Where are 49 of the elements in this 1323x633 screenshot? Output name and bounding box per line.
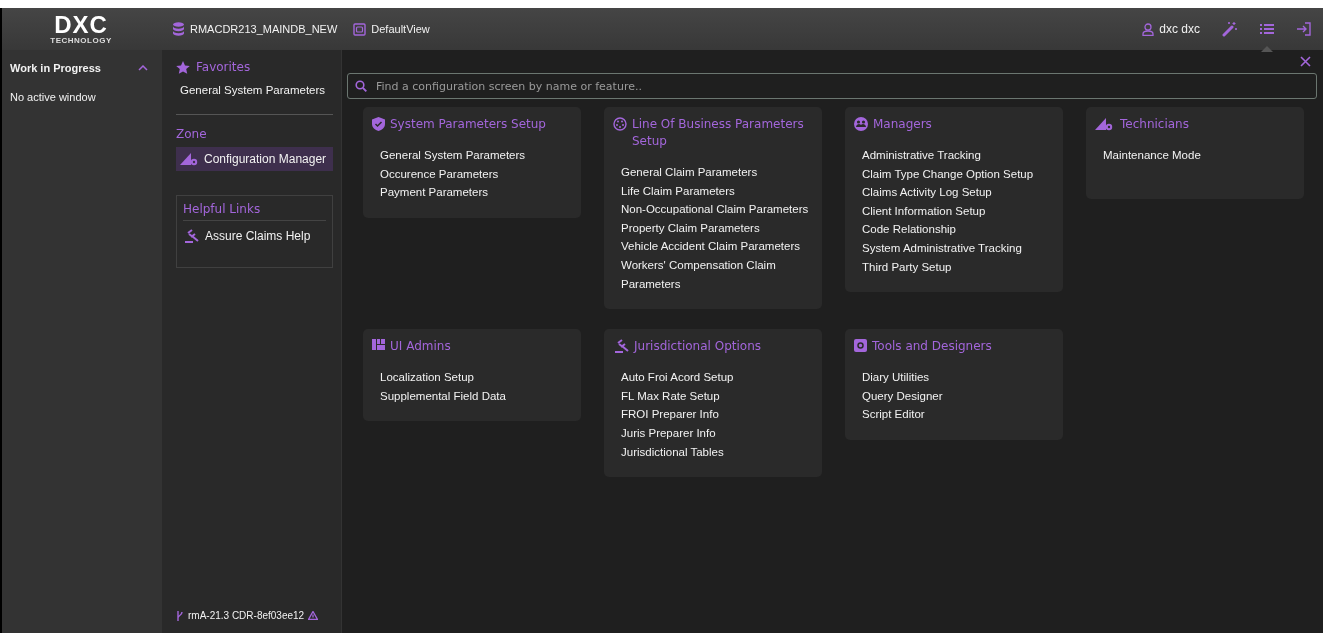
section-title: Favorites	[196, 60, 251, 74]
config-link[interactable]: Life Claim Parameters	[621, 181, 812, 201]
card-title: Jurisdictional Options	[634, 338, 762, 356]
empty-message: No active window	[10, 91, 97, 103]
config-link[interactable]: Claims Activity Log Setup	[862, 183, 1053, 202]
card-title: System Parameters Setup	[390, 116, 547, 133]
config-link[interactable]: Occurence Parameters	[380, 164, 571, 184]
config-link[interactable]: Claim Type Change Option Setup	[862, 164, 1053, 184]
config-link[interactable]: FROI Preparer Info	[621, 405, 812, 424]
config-link[interactable]: Vehicle Accident Claim Parameters	[621, 237, 812, 256]
card-title: Technicians	[1120, 116, 1190, 133]
config-link[interactable]: Maintenance Mode	[1103, 146, 1294, 165]
section-title: Work in Progress	[10, 62, 101, 74]
config-link[interactable]: Administrative Tracking	[862, 146, 1053, 165]
config-link[interactable]: Juris Preparer Info	[621, 423, 812, 443]
config-link[interactable]: Payment Parameters	[380, 183, 571, 202]
zone-label: Configuration Manager	[204, 152, 327, 166]
config-link[interactable]: Jurisdictional Tables	[621, 442, 812, 462]
card-title: UI Admins	[390, 338, 452, 356]
config-link[interactable]: Code Relationship	[862, 220, 1053, 239]
config-link[interactable]: Localization Setup	[380, 368, 571, 387]
section-title: Helpful Links	[183, 202, 326, 221]
logo: DXC TECHNOLOGY	[49, 13, 113, 45]
help-link[interactable]: Assure Claims Help	[205, 229, 311, 243]
config-link[interactable]: Non-Occupational Claim Parameters	[621, 200, 812, 219]
config-link[interactable]: System Administrative Tracking	[862, 238, 1053, 258]
card-title: Managers	[873, 116, 933, 133]
card-title: Tools and Designers	[872, 338, 993, 356]
user-name[interactable]: dxc dxc	[1159, 22, 1200, 36]
version-text: rmA-21.3 CDR-8ef03ee12	[188, 610, 305, 621]
card-title: Line Of Business Parameters Setup	[632, 116, 805, 150]
config-link[interactable]: FL Max Rate Setup	[621, 386, 812, 406]
favorite-link[interactable]: General System Parameters	[180, 84, 333, 96]
config-link[interactable]: Third Party Setup	[862, 257, 1053, 277]
zone-item[interactable]: Configuration Manager	[176, 147, 333, 171]
config-link[interactable]: Query Designer	[862, 386, 1053, 406]
config-link[interactable]: Auto Froi Acord Setup	[621, 368, 812, 387]
config-link[interactable]: Script Editor	[862, 405, 1053, 424]
config-link[interactable]: Client Information Setup	[862, 201, 1053, 221]
config-link[interactable]: General System Parameters	[380, 146, 571, 165]
database-name[interactable]: RMACDR213_MAINDB_NEW	[190, 23, 338, 35]
config-link[interactable]: General Claim Parameters	[621, 163, 812, 182]
config-link[interactable]: Diary Utilities	[862, 368, 1053, 387]
config-link[interactable]: Property Claim Parameters	[621, 218, 812, 238]
config-link[interactable]: Supplemental Field Data	[380, 386, 571, 406]
section-title: Zone	[176, 127, 208, 141]
search-field[interactable]: Find a configuration screen by name or feature..	[347, 73, 1317, 99]
config-link[interactable]: Workers' Compensation Claim Parameters	[621, 255, 812, 294]
view-name[interactable]: DefaultView	[371, 23, 430, 35]
